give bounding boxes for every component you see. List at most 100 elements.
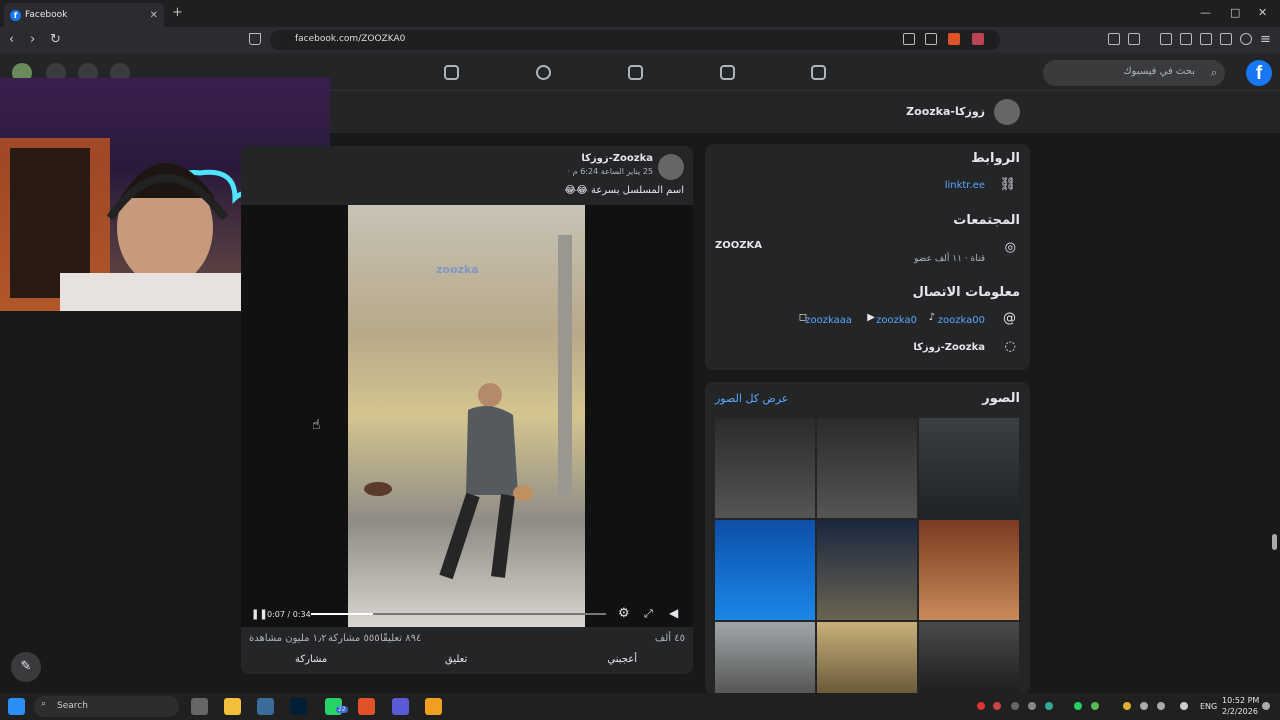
tray-icon[interactable] (1157, 702, 1165, 710)
video-progress-track[interactable] (311, 613, 606, 615)
brave-shield-icon[interactable] (948, 33, 960, 45)
community-meta: قناة · ١١ ألف عضو (914, 254, 985, 264)
linktree-link[interactable]: linktr.ee (945, 180, 985, 191)
photo-thumbnail[interactable] (817, 622, 917, 694)
facebook-logo[interactable]: f (1246, 60, 1272, 86)
youtube-icon: ▶ (867, 312, 875, 323)
tray-icon[interactable] (1140, 702, 1148, 710)
volume-icon[interactable]: ◀ (669, 606, 678, 620)
page-scrollbar-thumb[interactable] (1272, 534, 1277, 550)
app-icon[interactable] (425, 698, 442, 715)
brave-icon[interactable] (358, 698, 375, 715)
like-button[interactable]: أعجبني (607, 654, 637, 665)
app-icon[interactable] (392, 698, 409, 715)
screenshot-icon[interactable] (1128, 33, 1140, 45)
browser-tab-strip: f Facebook ✕ + — □ ✕ (0, 0, 1280, 27)
video-icon[interactable] (720, 65, 735, 80)
leo-icon[interactable] (1220, 33, 1232, 45)
url-text: facebook.com/ZOOZKA0 (295, 34, 406, 44)
facebook-favicon-icon: f (10, 9, 21, 21)
tray-icon[interactable] (1123, 702, 1131, 710)
tray-icon[interactable] (977, 702, 985, 710)
youtube-link[interactable]: zoozka0 (876, 315, 917, 326)
vpn-icon[interactable] (1240, 33, 1252, 45)
tray-icon[interactable] (1074, 702, 1082, 710)
media-icon[interactable] (1160, 33, 1172, 45)
app-icon[interactable] (257, 698, 274, 715)
comment-button[interactable]: تعليق (445, 654, 467, 665)
page-title[interactable]: Zoozka-زوزكا (906, 105, 985, 118)
search-icon: ⌕ (1210, 66, 1217, 79)
tray-icon[interactable] (1011, 702, 1019, 710)
tiktok-link[interactable]: zoozka00 (938, 315, 985, 326)
tray-icon[interactable] (1091, 702, 1099, 710)
photo-thumbnail[interactable] (919, 622, 1019, 694)
page-avatar[interactable] (994, 99, 1020, 125)
photo-thumbnail[interactable] (919, 520, 1019, 620)
marketplace-icon[interactable] (628, 65, 643, 80)
post-time[interactable]: 25 يناير الساعة 6:24 م · (568, 167, 653, 176)
photo-thumbnail[interactable] (919, 418, 1019, 518)
photo-thumbnail[interactable] (715, 520, 815, 620)
tab-facebook[interactable]: f Facebook ✕ (4, 3, 164, 27)
shares-count[interactable]: ٥٥٥ مشاركة (328, 633, 380, 644)
instagram-icon: ◻ (798, 312, 807, 323)
reload-icon[interactable]: ↻ (50, 32, 61, 47)
tab-close-icon[interactable]: ✕ (150, 10, 158, 21)
groups-icon[interactable] (536, 65, 551, 80)
share-icon[interactable] (925, 33, 937, 45)
photo-thumbnail[interactable] (715, 418, 815, 518)
file-explorer-icon[interactable] (224, 698, 241, 715)
task-view-icon[interactable] (191, 698, 208, 715)
post-author-avatar[interactable] (658, 154, 684, 180)
menu-icon[interactable]: ≡ (1260, 32, 1271, 47)
start-icon[interactable] (8, 698, 25, 715)
reactions-count[interactable]: ٤٥ ألف (655, 633, 685, 644)
fullscreen-icon[interactable]: ⤢ (644, 607, 653, 621)
clock-time[interactable]: 10:52 PM (1222, 696, 1259, 705)
video-player[interactable]: zoozka ❚❚ 0:07 / 0:34 ⚙ ⤢ ◀ (241, 205, 693, 627)
notification-icon[interactable] (1262, 702, 1270, 710)
minimize-button[interactable]: — (1200, 6, 1211, 19)
new-tab-button[interactable]: + (172, 5, 183, 20)
rewards-icon[interactable] (972, 33, 984, 45)
instagram-link[interactable]: zoozkaaa (805, 315, 852, 326)
at-icon: @ (1003, 311, 1016, 326)
settings-icon[interactable]: ⚙ (618, 606, 630, 621)
tray-icon[interactable] (1180, 702, 1188, 710)
pause-icon[interactable]: ❚❚ (251, 609, 268, 620)
url-field[interactable]: facebook.com/ZOOZKA0 (270, 30, 1000, 50)
tray-icon[interactable] (1028, 702, 1036, 710)
tray-icon[interactable] (993, 702, 1001, 710)
tray-icon[interactable] (1045, 702, 1053, 710)
bookmark-icon[interactable] (249, 33, 261, 45)
photo-thumbnail[interactable] (817, 520, 917, 620)
photo-thumbnail[interactable] (715, 622, 815, 694)
forward-icon[interactable]: › (30, 32, 35, 47)
links-title: الروابط (971, 151, 1020, 166)
see-all-photos-link[interactable]: عرض كل الصور (715, 392, 788, 405)
photos-panel: الصور عرض كل الصور (705, 382, 1030, 694)
cast-icon[interactable] (903, 33, 915, 45)
wallet-icon[interactable] (1200, 33, 1212, 45)
gaming-icon[interactable] (444, 65, 459, 80)
extensions-icon[interactable] (1108, 33, 1120, 45)
back-icon[interactable]: ‹ (9, 32, 14, 47)
mouse-cursor-icon: ☝ (312, 417, 321, 433)
language-indicator[interactable]: ENG (1200, 702, 1217, 711)
taskbar-search[interactable]: ⌕ Search (34, 696, 179, 717)
share-button[interactable]: مشاركة (295, 654, 327, 665)
clock-date[interactable]: 2/2/2026 (1222, 707, 1258, 716)
messenger-contact[interactable]: Zoozka-زوزكا (913, 342, 985, 353)
facebook-search-input[interactable]: ⌕ بحث في فيسبوك (1043, 60, 1225, 86)
maximize-button[interactable]: □ (1230, 6, 1240, 19)
home-icon[interactable] (811, 65, 826, 80)
sidebar-icon[interactable] (1180, 33, 1192, 45)
photoshop-icon[interactable] (290, 698, 307, 715)
community-name[interactable]: ZOOZKA (715, 240, 762, 251)
photo-thumbnail[interactable] (817, 418, 917, 518)
new-message-button[interactable]: ✎ (11, 652, 41, 682)
close-window-button[interactable]: ✕ (1258, 6, 1267, 19)
post-author[interactable]: Zoozka-زوزكا (581, 153, 653, 164)
comments-count[interactable]: ٨٩٤ تعليقًا (380, 633, 421, 644)
